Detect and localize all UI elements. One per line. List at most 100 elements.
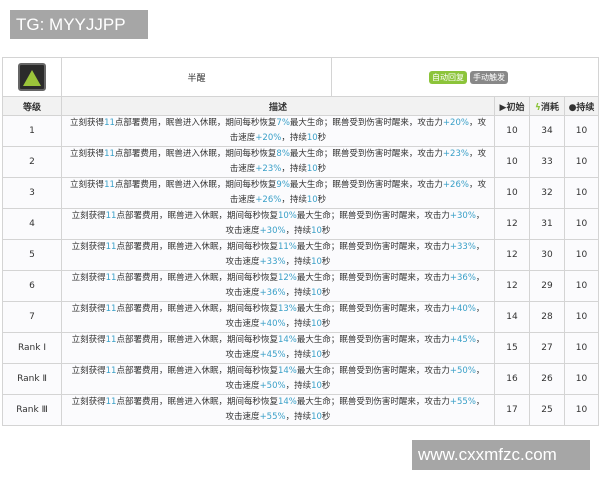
level-cell: Rank Ⅱ: [2, 363, 62, 395]
highlight-value: 11: [105, 242, 117, 252]
description-text: 立刻获得: [71, 366, 106, 376]
tag-auto-recovery: 自动回复: [429, 70, 467, 84]
description-text: 最大生命；眠兽受到伤害时醒来，攻击力: [296, 335, 450, 345]
cost-cell: 25: [529, 394, 565, 426]
level-cell: 3: [2, 177, 62, 209]
description-cell: 立刻获得11点部署费用，眠兽进入休眠，期间每秒恢复8%最大生命；眠兽受到伤害时醒…: [61, 146, 495, 178]
description-cell: 立刻获得11点部署费用，眠兽进入休眠，期间每秒恢复7%最大生命；眠兽受到伤害时醒…: [61, 115, 495, 147]
duration-cell: 10: [564, 239, 599, 271]
description-cell: 立刻获得11点部署费用，眠兽进入休眠，期间每秒恢复11%最大生命；眠兽受到伤害时…: [61, 239, 495, 271]
duration-cell: 10: [564, 270, 599, 302]
highlight-value: 14%: [277, 335, 297, 345]
skill-table: 半醒 自动回复 手动触发 等级 描述 ▶初始 ϟ消耗 ●持续 1 立刻获得11点部署…: [2, 57, 599, 426]
highlight-value: +40%: [449, 304, 476, 314]
watermark-bottom-right: www.cxxmfzc.com: [412, 440, 590, 470]
cost-cell: 32: [529, 177, 565, 209]
description-text: 点部署费用，眠兽进入休眠，期间每秒恢复: [116, 242, 278, 252]
description-text: 点部署费用，眠兽进入休眠，期间每秒恢复: [114, 118, 277, 128]
highlight-value: +30%: [259, 226, 286, 236]
table-row: Rank Ⅱ 立刻获得11点部署费用，眠兽进入休眠，期间每秒恢复14%最大生命；眠…: [2, 363, 599, 395]
description-text: 点部署费用，眠兽进入休眠，期间每秒恢复: [116, 211, 278, 221]
header-initial: ▶初始: [494, 96, 530, 116]
initial-cell: 10: [494, 177, 530, 209]
level-cell: 1: [2, 115, 62, 147]
description-text: 点部署费用，眠兽进入休眠，期间每秒恢复: [114, 149, 277, 159]
initial-cell: 10: [494, 146, 530, 178]
skill-header-row: 半醒 自动回复 手动触发: [2, 57, 599, 97]
description-cell: 立刻获得11点部署费用，眠兽进入休眠，期间每秒恢复9%最大生命；眠兽受到伤害时醒…: [61, 177, 495, 209]
table-row: Rank Ⅰ 立刻获得11点部署费用，眠兽进入休眠，期间每秒恢复14%最大生命；眠…: [2, 332, 599, 364]
description-text: ，持续: [285, 319, 312, 329]
description-text: 秒: [321, 381, 331, 391]
table-row: 5 立刻获得11点部署费用，眠兽进入休眠，期间每秒恢复11%最大生命；眠兽受到伤害…: [2, 239, 599, 271]
highlight-value: 10: [311, 288, 322, 298]
highlight-value: +26%: [442, 180, 469, 190]
description-text: 最大生命；眠兽受到伤害时醒来，攻击力: [289, 118, 443, 128]
description-text: 立刻获得: [71, 335, 106, 345]
skill-tags: 自动回复 手动触发: [331, 57, 599, 97]
highlight-value: +30%: [449, 211, 476, 221]
description-text: 最大生命；眠兽受到伤害时醒来，攻击力: [289, 149, 443, 159]
highlight-value: 10: [311, 226, 322, 236]
duration-cell: 10: [564, 394, 599, 426]
level-cell: 4: [2, 208, 62, 240]
description-text: 秒: [321, 226, 331, 236]
level-cell: Rank Ⅲ: [2, 394, 62, 426]
initial-cell: 16: [494, 363, 530, 395]
cost-cell: 28: [529, 301, 565, 333]
description-text: 最大生命；眠兽受到伤害时醒来，攻击力: [296, 211, 450, 221]
highlight-value: +36%: [449, 273, 476, 283]
description-text: 最大生命；眠兽受到伤害时醒来，攻击力: [289, 180, 443, 190]
highlight-value: 10: [306, 195, 318, 205]
duration-cell: 10: [564, 301, 599, 333]
duration-cell: 10: [564, 208, 599, 240]
table-row: 1 立刻获得11点部署费用，眠兽进入休眠，期间每秒恢复7%最大生命；眠兽受到伤害时…: [2, 115, 599, 147]
description-text: ，持续: [285, 226, 312, 236]
highlight-value: 11%: [277, 242, 297, 252]
description-text: 秒: [317, 164, 327, 174]
description-cell: 立刻获得11点部署费用，眠兽进入休眠，期间每秒恢复12%最大生命；眠兽受到伤害时…: [61, 270, 495, 302]
description-text: 立刻获得: [71, 211, 106, 221]
skill-icon-cell: [2, 57, 62, 97]
skill-icon: [18, 63, 46, 91]
cost-cell: 26: [529, 363, 565, 395]
highlight-value: 14%: [277, 366, 297, 376]
highlight-value: +33%: [259, 257, 286, 267]
highlight-value: 13%: [277, 304, 297, 314]
description-text: ，持续: [281, 133, 307, 143]
description-text: 点部署费用，眠兽进入休眠，期间每秒恢复: [116, 273, 278, 283]
highlight-value: 10: [311, 257, 322, 267]
cost-cell: 34: [529, 115, 565, 147]
description-text: 立刻获得: [71, 304, 106, 314]
description-text: 立刻获得: [70, 118, 105, 128]
skill-name: 半醒: [61, 57, 332, 97]
level-cell: 7: [2, 301, 62, 333]
description-text: 最大生命；眠兽受到伤害时醒来，攻击力: [296, 242, 450, 252]
table-row: 7 立刻获得11点部署费用，眠兽进入休眠，期间每秒恢复13%最大生命；眠兽受到伤害…: [2, 301, 599, 333]
description-text: ，持续: [285, 381, 312, 391]
description-text: 最大生命；眠兽受到伤害时醒来，攻击力: [296, 273, 450, 283]
highlight-value: 10: [311, 319, 322, 329]
highlight-value: +40%: [259, 319, 286, 329]
highlight-value: +20%: [442, 118, 469, 128]
description-text: 秒: [321, 319, 331, 329]
highlight-value: +50%: [449, 366, 476, 376]
description-text: 秒: [321, 412, 331, 422]
highlight-value: 10%: [277, 211, 297, 221]
highlight-value: 12%: [277, 273, 297, 283]
cost-cell: 29: [529, 270, 565, 302]
description-text: 秒: [317, 133, 327, 143]
highlight-value: 11: [105, 304, 117, 314]
cost-cell: 30: [529, 239, 565, 271]
description-cell: 立刻获得11点部署费用，眠兽进入休眠，期间每秒恢复10%最大生命；眠兽受到伤害时…: [61, 208, 495, 240]
initial-cell: 14: [494, 301, 530, 333]
highlight-value: 11: [104, 180, 115, 190]
highlight-value: +36%: [259, 288, 286, 298]
column-header-row: 等级 描述 ▶初始 ϟ消耗 ●持续: [2, 96, 599, 116]
level-cell: 6: [2, 270, 62, 302]
description-text: 立刻获得: [71, 273, 106, 283]
table-row: 6 立刻获得11点部署费用，眠兽进入休眠，期间每秒恢复12%最大生命；眠兽受到伤害…: [2, 270, 599, 302]
initial-cell: 12: [494, 239, 530, 271]
table-row: 2 立刻获得11点部署费用，眠兽进入休眠，期间每秒恢复8%最大生命；眠兽受到伤害时…: [2, 146, 599, 178]
table-row: Rank Ⅲ 立刻获得11点部署费用，眠兽进入休眠，期间每秒恢复14%最大生命；眠…: [2, 394, 599, 426]
